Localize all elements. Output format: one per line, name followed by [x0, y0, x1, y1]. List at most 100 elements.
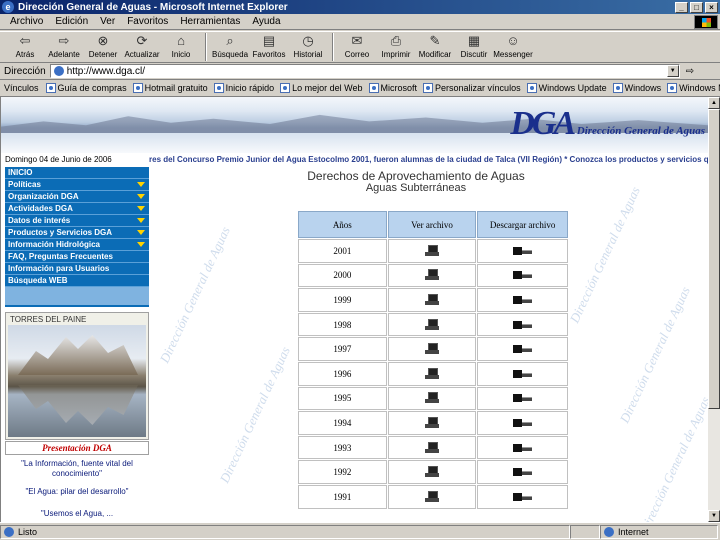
view-file-cell[interactable]: [387, 484, 477, 509]
menu-archivo[interactable]: Archivo: [4, 16, 49, 27]
computer-icon[interactable]: [424, 318, 439, 331]
dga-logo[interactable]: DGA Dirección General de Aguas: [510, 105, 705, 143]
download-disk-icon[interactable]: [512, 343, 533, 355]
link-item[interactable]: Microsoft: [366, 83, 421, 93]
maximize-button[interactable]: □: [690, 1, 703, 13]
link-item[interactable]: Windows Update: [524, 83, 610, 93]
view-file-cell[interactable]: [387, 411, 477, 435]
download-file-cell[interactable]: [477, 484, 568, 509]
link-item[interactable]: Hotmail gratuito: [130, 83, 211, 93]
history-button[interactable]: ◷ Historial: [289, 32, 327, 62]
address-input[interactable]: http://www.dga.cl/ ▼: [49, 64, 680, 78]
nav-item-datos[interactable]: Datos de interés: [5, 215, 149, 227]
scroll-down-button[interactable]: ▼: [708, 510, 720, 522]
download-file-cell[interactable]: [477, 435, 568, 460]
view-file-cell[interactable]: [387, 460, 477, 484]
view-file-cell[interactable]: [387, 288, 477, 312]
download-disk-icon[interactable]: [512, 491, 533, 503]
computer-icon[interactable]: [424, 416, 439, 429]
vertical-scrollbar[interactable]: ▲ ▼: [708, 97, 720, 522]
favorites-button[interactable]: ▤ Favoritos: [250, 32, 288, 62]
menu-favoritos[interactable]: Favoritos: [121, 16, 174, 27]
search-button[interactable]: ⌕ Búsqueda: [211, 32, 249, 62]
menu-herramientas[interactable]: Herramientas: [174, 16, 246, 27]
menu-ver[interactable]: Ver: [94, 16, 121, 27]
go-arrow-icon[interactable]: ⇨: [686, 66, 694, 77]
download-file-cell[interactable]: [477, 386, 568, 411]
view-file-cell[interactable]: [387, 435, 477, 460]
mail-button[interactable]: ✉ Correo: [338, 32, 376, 62]
download-disk-icon[interactable]: [512, 319, 533, 331]
download-disk-icon[interactable]: [512, 466, 533, 478]
download-file-cell[interactable]: [477, 312, 568, 337]
computer-icon[interactable]: [424, 490, 439, 503]
messenger-button[interactable]: ☺ Messenger: [493, 32, 533, 62]
download-file-cell[interactable]: [477, 411, 568, 435]
computer-icon[interactable]: [424, 392, 439, 404]
nav-item-organizacion[interactable]: Organización DGA: [5, 191, 149, 203]
link-item[interactable]: Inicio rápido: [211, 83, 278, 93]
stop-icon: ⊗: [97, 33, 109, 48]
computer-icon[interactable]: [424, 293, 439, 306]
minimize-button[interactable]: _: [675, 1, 688, 13]
download-disk-icon[interactable]: [512, 294, 533, 306]
print-button[interactable]: ⎙ Imprimir: [377, 32, 415, 62]
download-disk-icon[interactable]: [512, 442, 533, 454]
nav-item-productos[interactable]: Productos y Servicios DGA: [5, 227, 149, 239]
link-item[interactable]: Windows Media: [664, 83, 720, 93]
nav-item-faq[interactable]: FAQ, Preguntas Frecuentes: [5, 251, 149, 263]
scroll-up-button[interactable]: ▲: [708, 97, 720, 109]
close-button[interactable]: ×: [705, 1, 718, 13]
news-ticker[interactable]: Domingo 04 de Junio de 2006 res del Conc…: [1, 155, 708, 166]
view-file-cell[interactable]: [387, 239, 477, 263]
stop-button[interactable]: ⊗ Detener: [84, 32, 122, 62]
nav-item-busqueda[interactable]: Búsqueda WEB: [5, 275, 149, 287]
nav-item-politicas[interactable]: Políticas: [5, 179, 149, 191]
computer-icon[interactable]: [424, 269, 439, 281]
scroll-thumb[interactable]: [708, 109, 720, 409]
computer-icon[interactable]: [424, 441, 439, 454]
view-file-cell[interactable]: [387, 263, 477, 288]
discuss-button[interactable]: ▦ Discutir: [455, 32, 493, 62]
download-disk-icon[interactable]: [512, 269, 533, 281]
download-disk-icon[interactable]: [512, 417, 533, 429]
link-item[interactable]: Guía de compras: [43, 83, 130, 93]
nav-item-actividades[interactable]: Actividades DGA: [5, 203, 149, 215]
view-file-cell[interactable]: [387, 361, 477, 386]
computer-icon[interactable]: [424, 244, 439, 257]
nav-item-usuarios[interactable]: Información para Usuarios: [5, 263, 149, 275]
download-file-cell[interactable]: [477, 288, 568, 312]
refresh-button[interactable]: ⟳ Actualizar: [123, 32, 161, 62]
link-item[interactable]: Personalizar vínculos: [420, 83, 524, 93]
download-disk-icon[interactable]: [512, 245, 533, 257]
nav-item-hidrologica[interactable]: Información Hidrológica: [5, 239, 149, 251]
computer-icon[interactable]: [424, 367, 439, 380]
links-label: Vínculos: [4, 83, 39, 93]
edit-button[interactable]: ✎ Modificar: [416, 32, 454, 62]
home-button[interactable]: ⌂ Inicio: [162, 32, 200, 62]
back-button[interactable]: ⇦ Atrás: [6, 32, 44, 62]
nav-item-inicio[interactable]: INICIO: [5, 167, 149, 179]
year-cell: 1991: [298, 484, 387, 509]
menu-edicion[interactable]: Edición: [49, 16, 94, 27]
download-disk-icon[interactable]: [512, 368, 533, 380]
view-file-cell[interactable]: [387, 386, 477, 411]
computer-icon[interactable]: [424, 343, 439, 355]
download-file-cell[interactable]: [477, 460, 568, 484]
link-page-icon: [667, 83, 678, 93]
menu-ayuda[interactable]: Ayuda: [246, 16, 286, 27]
download-file-cell[interactable]: [477, 263, 568, 288]
link-item[interactable]: Windows: [610, 83, 665, 93]
view-file-cell[interactable]: [387, 337, 477, 361]
download-file-cell[interactable]: [477, 361, 568, 386]
presentacion-dga-link[interactable]: Presentación DGA: [5, 441, 149, 455]
download-file-cell[interactable]: [477, 239, 568, 263]
view-file-cell[interactable]: [387, 312, 477, 337]
sidebar-nav: INICIO Políticas Organización DGA Activi…: [5, 167, 149, 307]
download-disk-icon[interactable]: [512, 392, 533, 404]
link-item[interactable]: Lo mejor del Web: [277, 83, 365, 93]
address-dropdown-button[interactable]: ▼: [666, 65, 679, 77]
computer-icon[interactable]: [424, 466, 439, 478]
forward-button[interactable]: ⇨ Adelante: [45, 32, 83, 62]
download-file-cell[interactable]: [477, 337, 568, 361]
